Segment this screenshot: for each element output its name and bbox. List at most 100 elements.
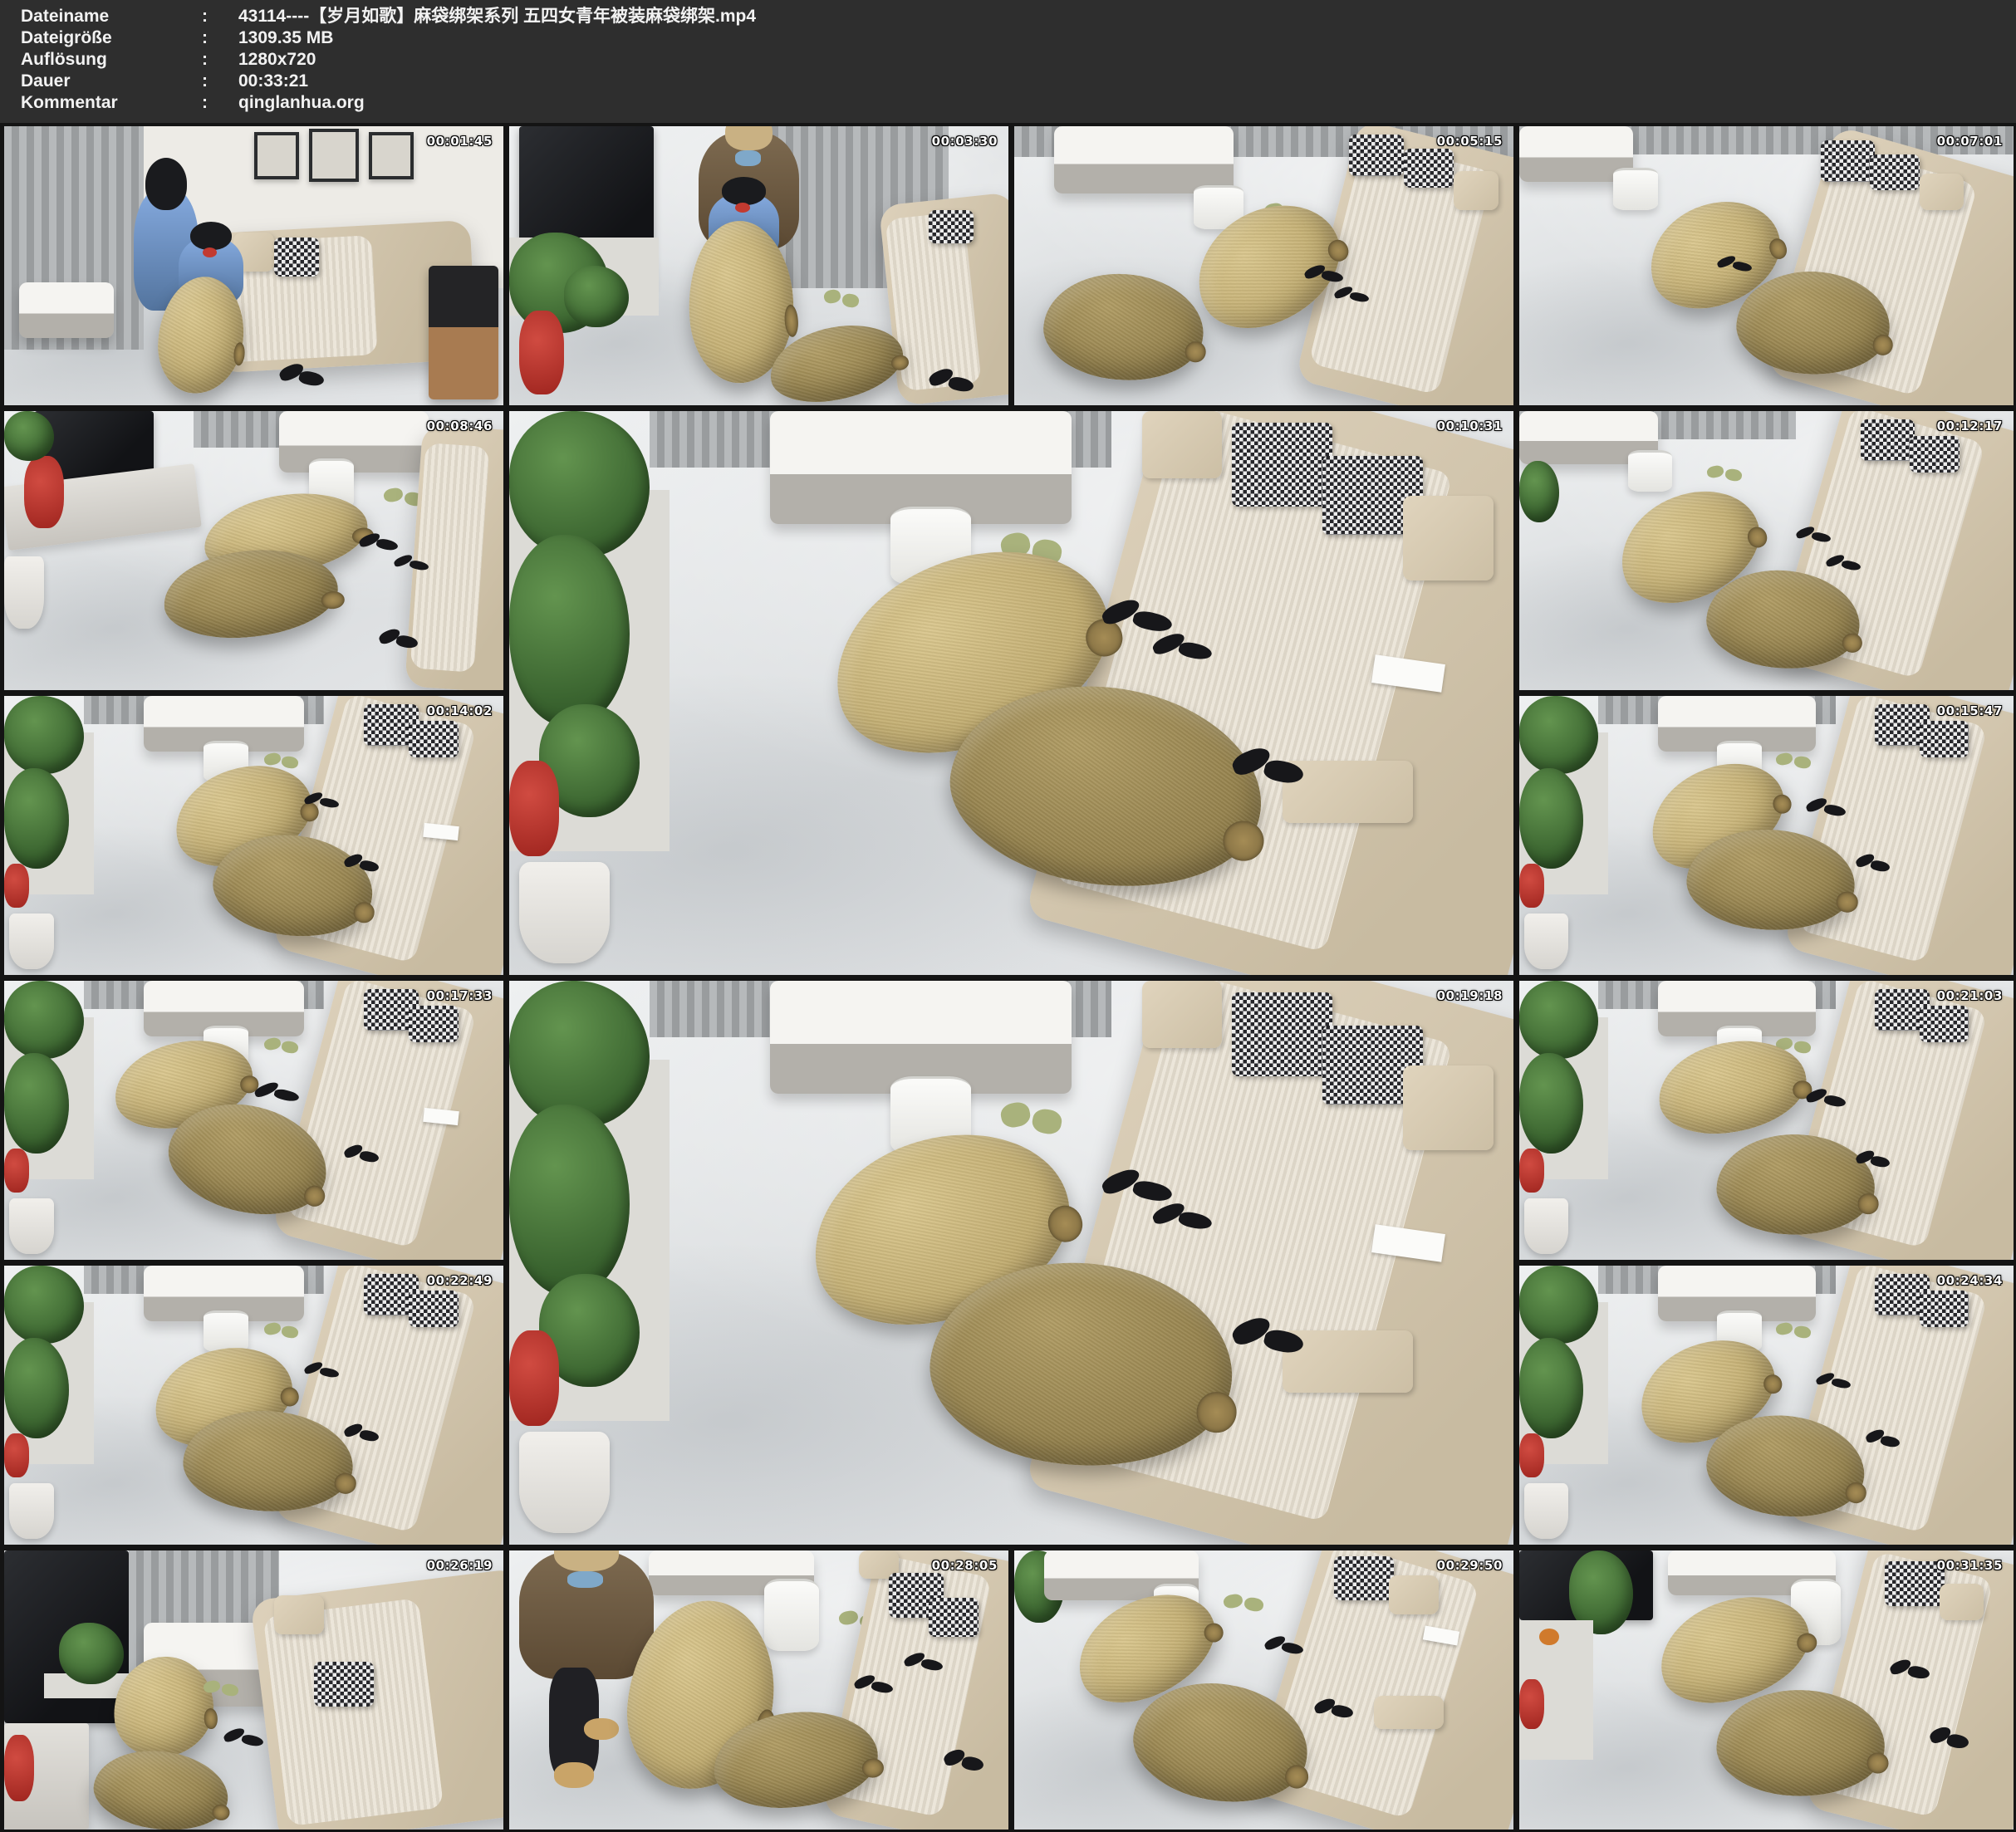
high-heels — [1304, 263, 1344, 283]
meta-duration-label: Dauer — [0, 71, 202, 92]
picture-frame — [369, 132, 414, 179]
high-heels — [1152, 631, 1213, 659]
trash-bin — [1613, 168, 1658, 209]
potted-plant — [4, 1266, 84, 1344]
video-thumbnail: 00:22:49 — [4, 1266, 503, 1545]
potted-plant — [4, 411, 54, 461]
potted-plant — [4, 981, 84, 1059]
potted-plant — [1519, 768, 1583, 869]
slippers — [264, 1036, 299, 1053]
pillow — [1940, 1584, 1984, 1620]
trash-bin — [764, 1579, 819, 1651]
pillow — [1142, 411, 1223, 478]
potted-plant — [4, 696, 84, 774]
high-heels — [223, 1727, 263, 1746]
thumbnail-timestamp: 00:10:31 — [1437, 419, 1503, 434]
potted-plant — [1519, 1266, 1598, 1344]
video-thumbnail: 00:14:02 — [4, 696, 503, 975]
kidnapper-brown-jacket — [519, 1550, 654, 1679]
thumbnail-timestamp: 00:24:34 — [1937, 1273, 2003, 1288]
high-heels — [279, 360, 324, 385]
planter-pot — [4, 556, 44, 629]
slippers — [1776, 1321, 1811, 1338]
meta-colon: : — [202, 71, 238, 92]
red-vase — [4, 1735, 34, 1802]
video-thumbnail: 00:19:18 — [509, 981, 1513, 1545]
thumbnail-timestamp: 00:01:45 — [427, 134, 493, 149]
high-heels — [1101, 1167, 1172, 1201]
houndstooth-pillow — [409, 1291, 459, 1327]
planter-pot — [9, 1483, 54, 1539]
video-thumbnail: 00:26:19 — [4, 1550, 503, 1830]
houndstooth-pillow — [929, 210, 974, 243]
slippers — [204, 1679, 238, 1696]
high-heels — [1856, 1149, 1891, 1168]
high-heels — [254, 1081, 299, 1101]
meta-colon: : — [202, 6, 238, 27]
pillow — [1403, 496, 1494, 580]
meta-resolution-value: 1280x720 — [238, 49, 2016, 71]
metadata-header: Dateiname : 43114----【岁月如歌】麻袋绑架系列 五四女青年被… — [0, 0, 2016, 123]
meta-row-filesize: Dateigröße : 1309.35 MB — [0, 27, 2016, 49]
video-thumbnail: 00:05:15 — [1014, 126, 1513, 405]
high-heels — [304, 1360, 339, 1377]
meta-comment-label: Kommentar — [0, 92, 202, 114]
potted-plant — [4, 1338, 69, 1438]
pillow — [1142, 981, 1223, 1048]
meta-row-resolution: Auflösung : 1280x720 — [0, 49, 2016, 71]
red-vase — [509, 1330, 559, 1426]
high-heels — [1796, 526, 1831, 542]
meta-comment-value: qinglanhua.org — [238, 92, 2016, 114]
high-heels — [1856, 852, 1891, 872]
meta-row-comment: Kommentar : qinglanhua.org — [0, 92, 2016, 114]
high-heels — [359, 531, 399, 551]
meta-resolution-label: Auflösung — [0, 49, 202, 71]
houndstooth-pillow — [314, 1662, 374, 1707]
high-heels — [1334, 286, 1369, 302]
meta-row-filename: Dateiname : 43114----【岁月如歌】麻袋绑架系列 五四女青年被… — [0, 6, 2016, 27]
meta-filename-value: 43114----【岁月如歌】麻袋绑架系列 五四女青年被装麻袋绑架.mp4 — [238, 6, 2016, 27]
red-vase — [1519, 1679, 1544, 1729]
high-heels — [1806, 1087, 1846, 1107]
coffee-table — [1054, 126, 1234, 193]
red-vase — [1519, 1433, 1544, 1478]
picture-frame — [254, 132, 299, 179]
slippers — [264, 1321, 299, 1338]
high-heels — [904, 1651, 944, 1671]
planter-pot — [9, 914, 54, 969]
video-thumbnail: 00:31:35 — [1519, 1550, 2014, 1830]
potted-plant — [564, 266, 629, 327]
red-vase — [4, 1149, 29, 1193]
thumbnail-timestamp: 00:31:35 — [1937, 1558, 2003, 1573]
houndstooth-pillow — [1920, 1291, 1969, 1327]
high-heels — [1866, 1428, 1901, 1447]
potted-plant — [1519, 696, 1598, 774]
high-heels — [944, 1746, 983, 1771]
potted-plant — [1519, 1338, 1583, 1438]
pillow — [1920, 174, 1964, 210]
pillow — [1454, 171, 1499, 210]
potted-plant — [4, 1053, 69, 1154]
thumbnail-timestamp: 00:15:47 — [1937, 703, 2003, 718]
video-thumbnail: 00:29:50 — [1014, 1550, 1513, 1830]
trash-bin — [204, 1310, 248, 1352]
houndstooth-pillow — [274, 238, 319, 277]
thumbnail-timestamp: 00:26:19 — [427, 1558, 493, 1573]
decor-item — [1539, 1629, 1559, 1645]
thumbnail-timestamp: 00:05:15 — [1437, 134, 1503, 149]
thumbnail-timestamp: 00:28:05 — [932, 1558, 998, 1573]
thumbnail-timestamp: 00:03:30 — [932, 134, 998, 149]
meta-colon: : — [202, 27, 238, 49]
high-heels — [1806, 796, 1846, 816]
high-heels — [1890, 1657, 1930, 1679]
pillow — [1374, 1696, 1444, 1729]
meta-filesize-label: Dateigröße — [0, 27, 202, 49]
houndstooth-pillow — [929, 1598, 979, 1637]
high-heels — [1930, 1723, 1969, 1748]
video-thumbnail: 00:07:01 — [1519, 126, 2014, 405]
side-table — [19, 282, 114, 338]
high-heels — [1232, 744, 1302, 784]
houndstooth-pillow — [409, 721, 459, 757]
coffee-table — [279, 411, 429, 473]
sandal — [584, 1718, 619, 1741]
